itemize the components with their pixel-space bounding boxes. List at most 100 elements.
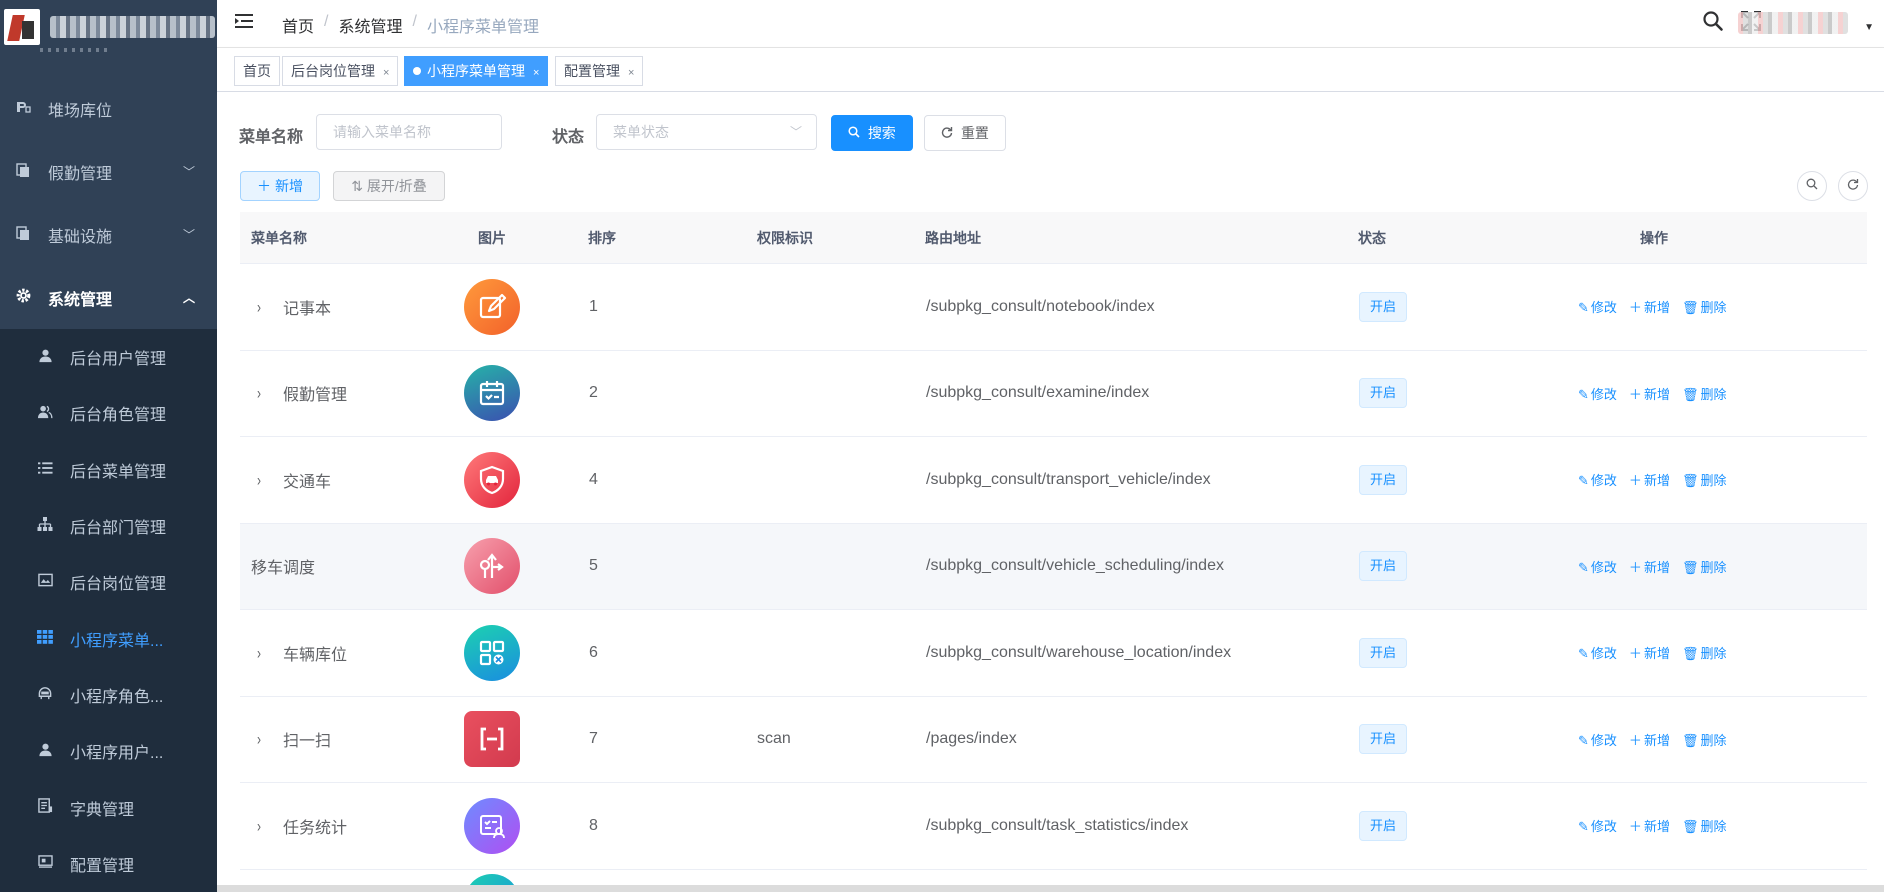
menu-item-attendance[interactable]: 假勤管理 ﹀ (0, 140, 217, 203)
edit-button[interactable]: ✎ 修改 (1578, 643, 1617, 662)
post-icon (36, 573, 54, 591)
menu-item-system-management[interactable]: 系统管理 ︿ (0, 266, 217, 329)
toggle-search-button[interactable] (1797, 171, 1827, 201)
user-group-icon (36, 404, 54, 423)
add-child-button[interactable]: ＋新增 (1629, 643, 1670, 662)
reset-button[interactable]: 重置 (924, 115, 1006, 151)
sidebar-item-dictionary[interactable]: 字典管理 (0, 779, 217, 835)
close-icon[interactable]: × (533, 67, 539, 79)
tag-admin-posts[interactable]: 后台岗位管理 × (282, 56, 399, 86)
delete-button[interactable]: 🗑 删除 (1682, 297, 1727, 316)
search-icon (1806, 178, 1818, 190)
search-icon[interactable] (1702, 10, 1726, 34)
close-icon[interactable]: × (628, 67, 634, 79)
delete-button[interactable]: 🗑 删除 (1682, 470, 1727, 489)
table-row[interactable]: 移车调度 5 /subpkg_consult/vehicle_schedulin… (240, 523, 1867, 610)
close-icon[interactable]: × (383, 67, 389, 79)
sidebar-item-admin-menus[interactable]: 后台菜单管理 (0, 442, 217, 498)
sidebar-item-admin-users[interactable]: 后台用户管理 (0, 329, 217, 385)
add-button[interactable]: ＋新增 (240, 171, 320, 201)
menu-item-yard-location[interactable]: 堆场库位 (0, 77, 217, 140)
edit-button[interactable]: ✎ 修改 (1578, 816, 1617, 835)
search-button[interactable]: 搜索 (831, 115, 913, 151)
chevron-down-icon: ﹀ (182, 165, 195, 179)
plus-icon: ＋ (1628, 732, 1642, 748)
trash-icon: 🗑 (1681, 819, 1699, 835)
edit-icon: ✎ (1578, 300, 1589, 316)
table-row[interactable]: › 任务统计 8 /subpkg_consult/task_statistics/… (240, 783, 1867, 870)
route-icon (464, 538, 520, 595)
horizontal-scrollbar[interactable] (217, 885, 1884, 892)
breadcrumb-home[interactable]: 首页 (282, 13, 314, 37)
table-row[interactable]: › 假勤管理 2 /subpkg_consult/examine/index 开启… (240, 351, 1867, 437)
add-child-button[interactable]: ＋新增 (1629, 384, 1670, 403)
tags-view: 首页 后台岗位管理 × 小程序菜单管理 × 配置管理 × (217, 48, 1884, 92)
delete-button[interactable]: 🗑 删除 (1682, 384, 1727, 403)
logo[interactable] (0, 0, 217, 54)
chevron-right-icon[interactable]: › (257, 816, 271, 836)
sort-icon: ⇅ (351, 178, 363, 194)
chevron-right-icon[interactable]: › (257, 470, 271, 490)
table-row[interactable]: › 扫一扫 7 scan /pages/index 开启 ✎ 修改 ＋新增 🗑 删除 (240, 697, 1867, 783)
edit-button[interactable]: ✎ 修改 (1578, 730, 1617, 749)
delete-button[interactable]: 🗑 删除 (1682, 557, 1727, 576)
sidebar-item-admin-roles[interactable]: 后台角色管理 (0, 385, 217, 441)
add-child-button[interactable]: ＋新增 (1629, 730, 1670, 749)
documents-icon (14, 162, 32, 182)
chevron-right-icon[interactable]: › (257, 729, 271, 749)
delete-button[interactable]: 🗑 删除 (1682, 816, 1727, 835)
table-row[interactable]: › 记事本 1 /subpkg_consult/notebook/index 开启… (240, 264, 1867, 351)
edit-button[interactable]: ✎ 修改 (1578, 470, 1617, 489)
menu-item-infrastructure[interactable]: 基础设施 ﹀ (0, 203, 217, 266)
sidebar-item-miniapp-roles[interactable]: 小程序角色... (0, 667, 217, 723)
chevron-right-icon[interactable]: › (257, 297, 271, 317)
delete-button[interactable]: 🗑 删除 (1682, 643, 1727, 662)
menu-name-input[interactable]: 请输入菜单名称 (316, 114, 502, 150)
tag-config[interactable]: 配置管理 × (555, 56, 644, 86)
task-icon (464, 797, 520, 854)
chevron-right-icon[interactable]: › (257, 643, 271, 663)
tree-icon (36, 516, 54, 536)
chevron-down-icon: ﹀ (182, 228, 195, 242)
status-label: 状态 (552, 129, 585, 146)
sidebar-item-config[interactable]: 配置管理 (0, 836, 217, 892)
config-icon (36, 855, 54, 872)
status-badge: 开启 (1359, 724, 1408, 755)
table-row[interactable]: › 车辆库位 6 /subpkg_consult/warehouse_locati… (240, 610, 1867, 697)
edit-icon: ✎ (1578, 732, 1589, 748)
add-child-button[interactable]: ＋新增 (1629, 470, 1670, 489)
sidebar-item-admin-posts[interactable]: 后台岗位管理 (0, 554, 217, 610)
sidebar-item-admin-departments[interactable]: 后台部门管理 (0, 498, 217, 554)
tag-home[interactable]: 首页 (234, 56, 280, 86)
edit-icon: ✎ (1578, 559, 1589, 575)
chevron-down-icon: ﹀ (789, 125, 802, 139)
car-shield-icon (464, 451, 520, 508)
sidebar-item-miniapp-menus[interactable]: 小程序菜单... (0, 610, 217, 666)
add-child-button[interactable]: ＋新增 (1629, 557, 1670, 576)
sidebar-item-miniapp-users[interactable]: 小程序用户... (0, 723, 217, 779)
add-child-button[interactable]: ＋新增 (1629, 816, 1670, 835)
refresh-button[interactable] (1838, 171, 1868, 201)
trash-icon: 🗑 (1681, 473, 1699, 489)
user-avatar-blurred[interactable] (1738, 12, 1848, 34)
delete-button[interactable]: 🗑 删除 (1682, 730, 1727, 749)
chevron-right-icon[interactable]: › (257, 383, 271, 403)
grid-icon (36, 629, 54, 648)
breadcrumb-system[interactable]: 系统管理 (338, 13, 402, 37)
caret-down-icon[interactable]: ▼ (1864, 22, 1874, 33)
tag-miniapp-menus[interactable]: 小程序菜单管理 × (404, 56, 549, 86)
refresh-icon (941, 125, 957, 141)
edit-button[interactable]: ✎ 修改 (1578, 557, 1617, 576)
table-row[interactable]: › 交通车 4 /subpkg_consult/transport_vehicle… (240, 437, 1867, 524)
gear-icon (14, 287, 32, 308)
apps-icon (464, 624, 520, 681)
status-badge: 开启 (1359, 291, 1408, 322)
edit-button[interactable]: ✎ 修改 (1578, 384, 1617, 403)
edit-button[interactable]: ✎ 修改 (1578, 297, 1617, 316)
plus-icon: ＋ (257, 178, 271, 194)
add-child-button[interactable]: ＋新增 (1629, 297, 1670, 316)
expand-collapse-button[interactable]: ⇅ 展开/折叠 (333, 171, 445, 201)
status-select[interactable]: 菜单状态 ﹀ (596, 114, 817, 150)
status-badge: 开启 (1359, 551, 1408, 582)
hamburger-icon[interactable] (235, 13, 253, 29)
